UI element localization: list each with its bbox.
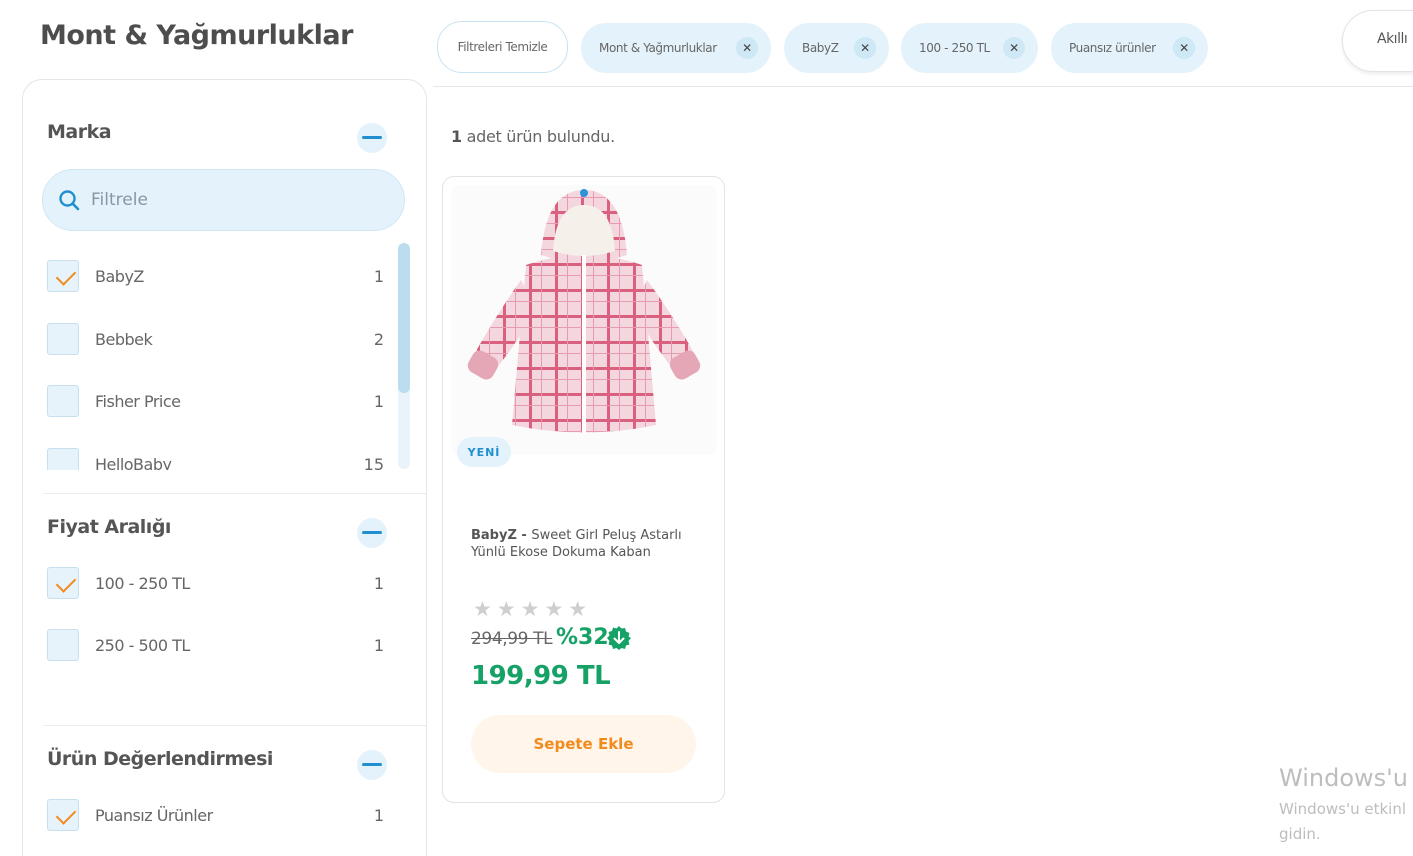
- new-badge: YENİ: [457, 437, 511, 467]
- result-count: 1 adet ürün bulundu.: [451, 127, 615, 146]
- option-label: Fisher Price: [95, 392, 181, 411]
- brand-option-fisher-price[interactable]: Fisher Price 1: [47, 385, 392, 417]
- section-divider: [43, 493, 426, 494]
- price-option-250-500[interactable]: 250 - 500 TL 1: [47, 629, 392, 661]
- option-count: 1: [373, 267, 384, 286]
- product-name[interactable]: BabyZ - Sweet Girl Peluş Astarlı Yünlü E…: [471, 527, 706, 561]
- filter-chip-price: 100 - 250 TL ✕: [901, 23, 1038, 73]
- option-count: 1: [373, 574, 384, 593]
- scrollbar-thumb[interactable]: [398, 243, 410, 393]
- windows-activation-line: Windows'u etkinl: [1279, 800, 1406, 818]
- rating-stars: ★★★★★: [473, 597, 593, 621]
- collapse-price-icon[interactable]: [357, 518, 387, 548]
- collapse-rating-icon[interactable]: [357, 750, 387, 780]
- rating-option-unrated[interactable]: Puansız Ürünler 1: [47, 799, 392, 831]
- current-price: 199,99 TL: [471, 661, 611, 691]
- remove-filter-icon[interactable]: ✕: [736, 37, 758, 59]
- product-image[interactable]: [451, 185, 717, 455]
- option-label: Puansız Ürünler: [95, 806, 213, 825]
- checkbox[interactable]: [47, 629, 79, 661]
- remove-filter-icon[interactable]: ✕: [1003, 37, 1025, 59]
- add-to-cart-button[interactable]: Sepete Ekle: [471, 715, 696, 773]
- checkbox[interactable]: [47, 323, 79, 355]
- result-count-text: adet ürün bulundu.: [461, 127, 616, 146]
- brand-option-babyz[interactable]: BabyZ 1: [47, 260, 392, 292]
- checkbox-checked[interactable]: [47, 799, 79, 831]
- product-card[interactable]: YENİ BabyZ - Sweet Girl Peluş Astarlı Yü…: [442, 176, 725, 803]
- brand-scrollbar[interactable]: [398, 243, 410, 469]
- brand-filter-box: [42, 169, 405, 231]
- checkbox[interactable]: [47, 385, 79, 417]
- brand-search-input[interactable]: [91, 170, 381, 230]
- windows-activation-line: gidin.: [1279, 825, 1321, 843]
- brand-option-bebbek[interactable]: Bebbek 2: [47, 323, 392, 355]
- price-section-title: Fiyat Aralığı: [47, 516, 171, 538]
- option-label: 100 - 250 TL: [95, 574, 190, 593]
- option-label: HelloBaby: [95, 455, 172, 470]
- discount-arrow-icon: [607, 626, 631, 650]
- filter-chip-label: Puansız ürünler: [1069, 41, 1156, 55]
- rating-section-title: Ürün Değerlendirmesi: [47, 748, 273, 770]
- option-count: 15: [363, 455, 384, 470]
- filter-chip-rating: Puansız ürünler ✕: [1051, 23, 1208, 73]
- brand-option-hellobaby[interactable]: HelloBaby 15: [47, 448, 392, 470]
- page-title: Mont & Yağmurluklar: [40, 20, 353, 51]
- clear-filters-button[interactable]: Filtreleri Temizle: [437, 21, 568, 73]
- product-brand: BabyZ -: [471, 528, 532, 543]
- filter-chip-brand: BabyZ ✕: [784, 23, 889, 73]
- result-count-number: 1: [451, 127, 462, 146]
- remove-filter-icon[interactable]: ✕: [854, 37, 876, 59]
- checkbox[interactable]: [47, 448, 79, 470]
- filter-chip-label: BabyZ: [802, 41, 839, 55]
- search-icon: [59, 190, 80, 211]
- option-label: Bebbek: [95, 330, 153, 349]
- option-count: 1: [373, 806, 384, 825]
- brand-list: BabyZ 1 Bebbek 2 Fisher Price 1 HelloBab…: [23, 242, 403, 470]
- sort-dropdown[interactable]: Akıllı: [1342, 10, 1413, 72]
- collapse-brand-icon[interactable]: [357, 123, 387, 153]
- brand-section-title: Marka: [47, 121, 112, 143]
- option-count: 2: [373, 330, 384, 349]
- old-price: 294,99 TL: [471, 629, 553, 649]
- checkbox-checked[interactable]: [47, 260, 79, 292]
- option-count: 1: [373, 636, 384, 655]
- option-count: 1: [373, 392, 384, 411]
- header-divider: [433, 86, 1413, 87]
- filter-chip-label: Mont & Yağmurluklar: [599, 41, 717, 55]
- remove-filter-icon[interactable]: ✕: [1173, 37, 1195, 59]
- jacket-illustration: [467, 189, 701, 435]
- filter-sidebar: Marka BabyZ 1 Bebbek 2 Fisher Price 1 He…: [22, 79, 427, 856]
- section-divider: [43, 725, 426, 726]
- filter-chip-category: Mont & Yağmurluklar ✕: [581, 23, 771, 73]
- option-label: 250 - 500 TL: [95, 636, 190, 655]
- price-option-100-250[interactable]: 100 - 250 TL 1: [47, 567, 392, 599]
- windows-activation-title: Windows'u E: [1279, 764, 1413, 792]
- windows-activation-text: Windows'u etkinl gidin.: [1279, 797, 1406, 847]
- discount-rate: %32: [556, 625, 609, 650]
- checkbox-checked[interactable]: [47, 567, 79, 599]
- option-label: BabyZ: [95, 267, 144, 286]
- filter-chip-label: 100 - 250 TL: [919, 41, 990, 55]
- clear-filters-label: Filtreleri Temizle: [457, 40, 548, 54]
